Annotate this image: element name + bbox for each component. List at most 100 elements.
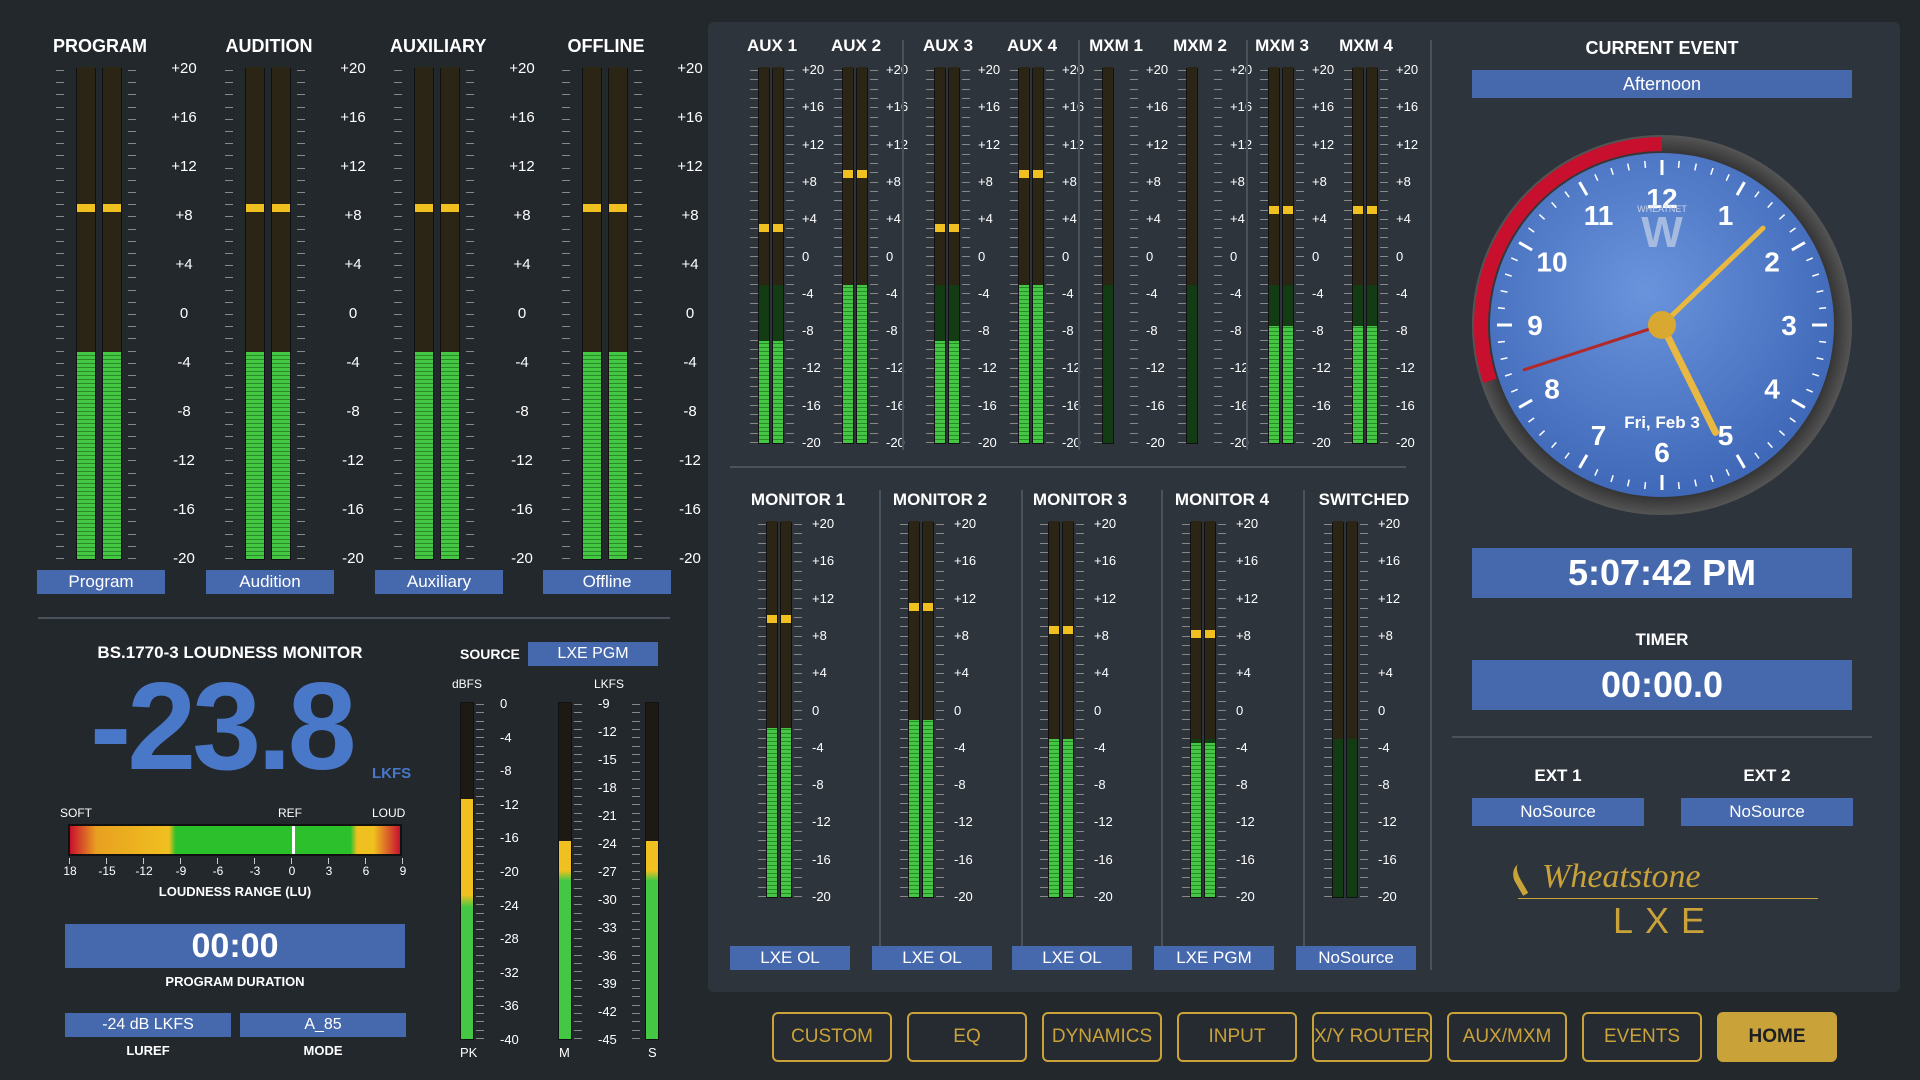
scale-tick — [634, 301, 642, 303]
meter-source-label[interactable]: NoSource — [1296, 946, 1416, 970]
scale-tick — [574, 720, 582, 722]
scale-tick — [1218, 654, 1226, 656]
scale-tick — [1178, 274, 1186, 276]
scale-tick — [1178, 200, 1186, 202]
scale-tick — [834, 107, 842, 109]
meter-dim-amber — [1103, 67, 1113, 286]
scale-tick — [632, 921, 640, 923]
meter-source-label[interactable]: Program — [37, 570, 165, 594]
scale-tick — [962, 414, 970, 416]
scale-tick — [1214, 367, 1222, 369]
scale-label: +20 — [677, 60, 703, 77]
clock-tick — [1819, 340, 1827, 343]
scale-tick — [1360, 877, 1368, 879]
scale-tick — [926, 358, 934, 360]
scale-tick — [128, 436, 136, 437]
nav-button-input[interactable]: INPUT — [1177, 1012, 1297, 1062]
scale-tick — [1360, 719, 1368, 721]
scale-tick — [900, 533, 908, 535]
scale-tick — [1076, 682, 1084, 684]
meter-bar — [1204, 521, 1216, 898]
scale-tick — [758, 551, 766, 553]
mode-value[interactable]: A_85 — [240, 1013, 406, 1037]
scale-tick — [870, 367, 878, 369]
scale-tick — [962, 339, 970, 341]
meter-source-label[interactable]: LXE OL — [730, 946, 850, 970]
lkfs-scale-label: -18 — [598, 780, 617, 795]
meter-source-label[interactable]: LXE OL — [1012, 946, 1132, 970]
scale-tick — [750, 163, 758, 164]
scale-tick — [1344, 349, 1352, 350]
source-value[interactable]: LXE PGM — [528, 642, 658, 666]
scale-tick — [1178, 330, 1186, 332]
scale-tick — [1360, 886, 1368, 888]
luref-value[interactable]: -24 dB LKFS — [65, 1013, 231, 1037]
meter-source-label[interactable]: LXE PGM — [1154, 946, 1274, 970]
scale-label: -16 — [679, 501, 701, 518]
scale-tick — [870, 274, 878, 276]
scale-tick — [786, 163, 794, 164]
scale-tick — [1076, 644, 1084, 646]
scale-tick — [1178, 107, 1186, 109]
dbfs-scale-label: -4 — [500, 729, 512, 745]
ext2-value[interactable]: NoSource — [1681, 798, 1853, 826]
nav-button-dynamics[interactable]: DYNAMICS — [1042, 1012, 1162, 1062]
scale-label: -8 — [1094, 777, 1106, 793]
scale-tick — [900, 561, 908, 563]
scale-tick — [1360, 672, 1368, 674]
scale-tick — [1076, 617, 1084, 618]
meter-source-label[interactable]: Offline — [543, 570, 671, 594]
scale-tick — [466, 448, 474, 450]
scale-tick — [1324, 635, 1332, 637]
clock-date: Fri, Feb 3 — [1624, 413, 1700, 432]
scale-label: -8 — [1312, 323, 1324, 339]
scale-tick — [1260, 349, 1268, 350]
scale-tick — [834, 423, 842, 425]
scale-tick — [1046, 414, 1054, 416]
timer-value[interactable]: 00:00.0 — [1472, 660, 1852, 710]
scale-tick — [750, 125, 758, 127]
scale-tick — [1094, 339, 1102, 341]
scale-tick — [634, 533, 642, 535]
scale-tick — [794, 570, 802, 572]
scale-tick — [225, 228, 233, 230]
lkfs-label: LKFS — [594, 677, 625, 691]
scale-tick — [632, 1012, 640, 1014]
scale-tick — [1344, 265, 1352, 267]
scale-tick — [1182, 756, 1190, 758]
nav-button-eq[interactable]: EQ — [907, 1012, 1027, 1062]
scale-tick — [1218, 561, 1226, 563]
scale-tick — [786, 200, 794, 202]
scale-label: -16 — [1396, 397, 1415, 413]
meter-source-label[interactable]: LXE OL — [872, 946, 992, 970]
nav-button-events[interactable]: EVENTS — [1582, 1012, 1702, 1062]
scale-tick — [394, 497, 402, 498]
nav-button-home[interactable]: HOME — [1717, 1012, 1837, 1062]
meter-bar — [1062, 521, 1074, 898]
scale-tick — [632, 704, 640, 705]
ext1-value[interactable]: NoSource — [1472, 798, 1644, 826]
scale-tick — [794, 644, 802, 646]
scale-tick — [1182, 830, 1190, 832]
scale-label: +4 — [1312, 211, 1327, 227]
scale-label: 0 — [1146, 248, 1154, 264]
nav-button-x-y-router[interactable]: X/Y ROUTER — [1312, 1012, 1432, 1062]
nav-button-custom[interactable]: CUSTOM — [772, 1012, 892, 1062]
meter-source-label[interactable]: Auxiliary — [375, 570, 503, 594]
scale-label: -4 — [1062, 285, 1074, 301]
scale-label: +4 — [1146, 211, 1161, 227]
scale-tick — [936, 747, 944, 749]
scale-tick — [1218, 607, 1226, 609]
scale-tick — [476, 979, 484, 981]
scale-label: +8 — [344, 207, 362, 224]
meter-source-label[interactable]: Audition — [206, 570, 334, 594]
scale-tick — [632, 779, 640, 781]
scale-label: -12 — [802, 360, 821, 376]
scale-tick — [1076, 728, 1084, 730]
meter-title: MONITOR 3 — [1032, 490, 1128, 509]
scale-tick — [786, 70, 794, 71]
scale-tick — [926, 79, 934, 81]
nav-button-aux-mxm[interactable]: AUX/MXM — [1447, 1012, 1567, 1062]
scale-tick — [1380, 209, 1388, 211]
dbfs-scale-label: -12 — [500, 796, 519, 812]
